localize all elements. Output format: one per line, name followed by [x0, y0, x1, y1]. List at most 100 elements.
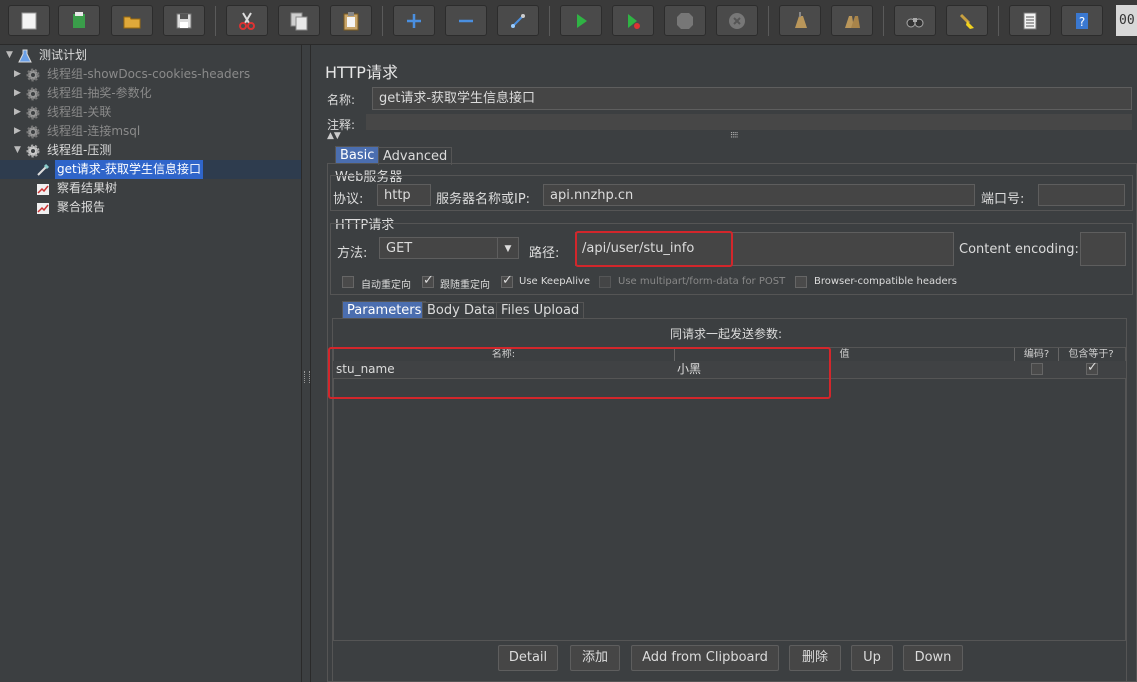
tree-item-group-3[interactable]: ▶ 线程组-关联	[14, 103, 113, 122]
svg-text:?: ?	[1079, 15, 1085, 29]
gear-icon	[24, 104, 42, 122]
protocol-field[interactable]: http	[377, 184, 431, 206]
new-icon[interactable]	[8, 5, 50, 36]
tree-item-result-tree[interactable]: 察看结果树	[34, 179, 119, 198]
tree-item-group-2[interactable]: ▶ 线程组-抽奖-参数化	[14, 84, 154, 103]
cut-icon[interactable]	[226, 5, 268, 36]
protocol-label: 协议:	[333, 192, 364, 207]
follow-redirect-checkbox[interactable]	[422, 273, 434, 288]
tree-item-group-5[interactable]: ▼ 线程组-压测	[14, 141, 113, 160]
templates-icon[interactable]	[58, 5, 100, 36]
delete-button[interactable]: 删除	[789, 645, 841, 671]
stop-icon[interactable]	[664, 5, 706, 36]
multipart-label: Use multipart/form-data for POST	[618, 276, 786, 287]
shutdown-icon[interactable]	[716, 5, 758, 36]
gear-icon	[24, 123, 42, 141]
method-select[interactable]: GET ▼	[379, 237, 519, 259]
gear-icon	[24, 142, 42, 160]
up-button[interactable]: Up	[851, 645, 893, 671]
add-button[interactable]: 添加	[570, 645, 620, 671]
open-icon[interactable]	[111, 5, 153, 36]
tree-item-group-4[interactable]: ▶ 线程组-连接msql	[14, 122, 142, 141]
tree-item-aggregate-report[interactable]: 聚合报告	[34, 198, 107, 217]
auto-redirect-checkbox[interactable]	[342, 276, 354, 288]
auto-redirect-label: 自动重定向	[361, 280, 411, 291]
save-icon[interactable]	[163, 5, 205, 36]
collapsed-arrow-icon[interactable]: ▶	[14, 122, 24, 141]
tree-label: 察看结果树	[57, 181, 118, 195]
port-field[interactable]	[1038, 184, 1125, 206]
collapse-arrows-icon[interactable]: ▲▼	[327, 131, 341, 141]
path-field[interactable]: /api/user/stu_info	[575, 232, 954, 266]
column-header-name[interactable]: 名称:	[333, 348, 675, 362]
copy-icon[interactable]	[278, 5, 320, 36]
tab-body-data[interactable]: Body Data	[422, 302, 500, 318]
pipette-icon	[34, 161, 52, 179]
server-field[interactable]: api.nnzhp.cn	[543, 184, 975, 206]
splitter[interactable]	[302, 45, 311, 682]
content-encoding-field[interactable]	[1080, 232, 1126, 266]
param-value-cell[interactable]: 小黑	[677, 361, 1013, 378]
content-encoding-label: Content encoding:	[959, 242, 1079, 257]
tree-label: get请求-获取学生信息接口	[55, 160, 204, 179]
name-field[interactable]: get请求-获取学生信息接口	[372, 87, 1132, 110]
clear-icon[interactable]	[779, 5, 821, 36]
port-label: 端口号:	[981, 192, 1025, 207]
tree-item-root[interactable]: ▼ 测试计划	[6, 46, 89, 65]
detail-button[interactable]: Detail	[498, 645, 558, 671]
collapsed-arrow-icon[interactable]: ▶	[14, 84, 24, 103]
collapsed-arrow-icon[interactable]: ▶	[14, 103, 24, 122]
tab-parameters[interactable]: Parameters	[342, 301, 427, 318]
reset-search-icon[interactable]	[946, 5, 988, 36]
param-name-cell[interactable]: stu_name	[336, 361, 672, 378]
clear-all-icon[interactable]	[831, 5, 873, 36]
collapse-icon[interactable]	[445, 5, 487, 36]
tree-label: 聚合报告	[57, 200, 106, 214]
expanded-arrow-icon[interactable]: ▼	[6, 46, 16, 65]
name-label: 名称:	[327, 93, 356, 107]
tree-item-group-1[interactable]: ▶ 线程组-showDocs-cookies-headers	[14, 65, 252, 84]
browser-headers-label: Browser-compatible headers	[814, 276, 957, 287]
tree-item-http-request[interactable]: get请求-获取学生信息接口	[34, 160, 204, 179]
tab-basic[interactable]: Basic	[335, 146, 380, 164]
method-label: 方法:	[337, 246, 368, 261]
start-icon[interactable]	[560, 5, 602, 36]
follow-redirect-label: 跟随重定向	[440, 280, 490, 291]
path-label: 路径:	[529, 246, 560, 261]
help-icon[interactable]: ?	[1061, 5, 1103, 36]
collapsed-arrow-icon[interactable]: ▶	[14, 65, 24, 84]
graph-icon	[34, 199, 52, 217]
gear-icon	[24, 66, 42, 84]
down-button[interactable]: Down	[903, 645, 963, 671]
start-no-pause-icon[interactable]	[612, 5, 654, 36]
tab-files-upload[interactable]: Files Upload	[496, 302, 585, 318]
expanded-arrow-icon[interactable]: ▼	[14, 141, 24, 160]
add-from-clipboard-button[interactable]: Add from Clipboard	[631, 645, 779, 671]
tree-label: 线程组-showDocs-cookies-headers	[47, 67, 251, 81]
http-request-panel: HTTP请求 名称: get请求-获取学生信息接口 注释: ▲▼ ⁝⁝⁝⁝ Ba…	[311, 45, 1137, 682]
tree-label: 线程组-关联	[47, 105, 112, 119]
chevron-down-icon[interactable]: ▼	[497, 238, 518, 258]
server-label: 服务器名称或IP:	[436, 192, 531, 207]
tree-label: 线程组-连接msql	[47, 124, 141, 138]
elapsed-counter: 00	[1116, 5, 1137, 36]
multipart-checkbox[interactable]	[599, 276, 611, 288]
graph-icon	[34, 180, 52, 198]
encode-checkbox[interactable]	[1031, 363, 1043, 375]
comment-field[interactable]	[366, 114, 1132, 130]
keepalive-checkbox[interactable]	[501, 273, 513, 288]
paste-icon[interactable]	[330, 5, 372, 36]
splitter-grip-icon[interactable]	[304, 371, 310, 383]
gear-icon	[24, 85, 42, 103]
function-helper-icon[interactable]	[1009, 5, 1051, 36]
divider-grip-icon[interactable]: ⁝⁝⁝⁝	[730, 131, 739, 141]
browser-headers-checkbox[interactable]	[795, 276, 807, 288]
tree-label: 测试计划	[39, 48, 88, 62]
parameters-title: 同请求一起发送参数:	[669, 327, 783, 341]
include-equals-checkbox[interactable]	[1086, 360, 1098, 375]
column-header-encode[interactable]: 编码?	[1015, 348, 1059, 362]
toggle-icon[interactable]	[497, 5, 539, 36]
search-icon[interactable]	[894, 5, 936, 36]
column-header-value[interactable]: 值	[675, 348, 1015, 362]
expand-icon[interactable]	[393, 5, 435, 36]
